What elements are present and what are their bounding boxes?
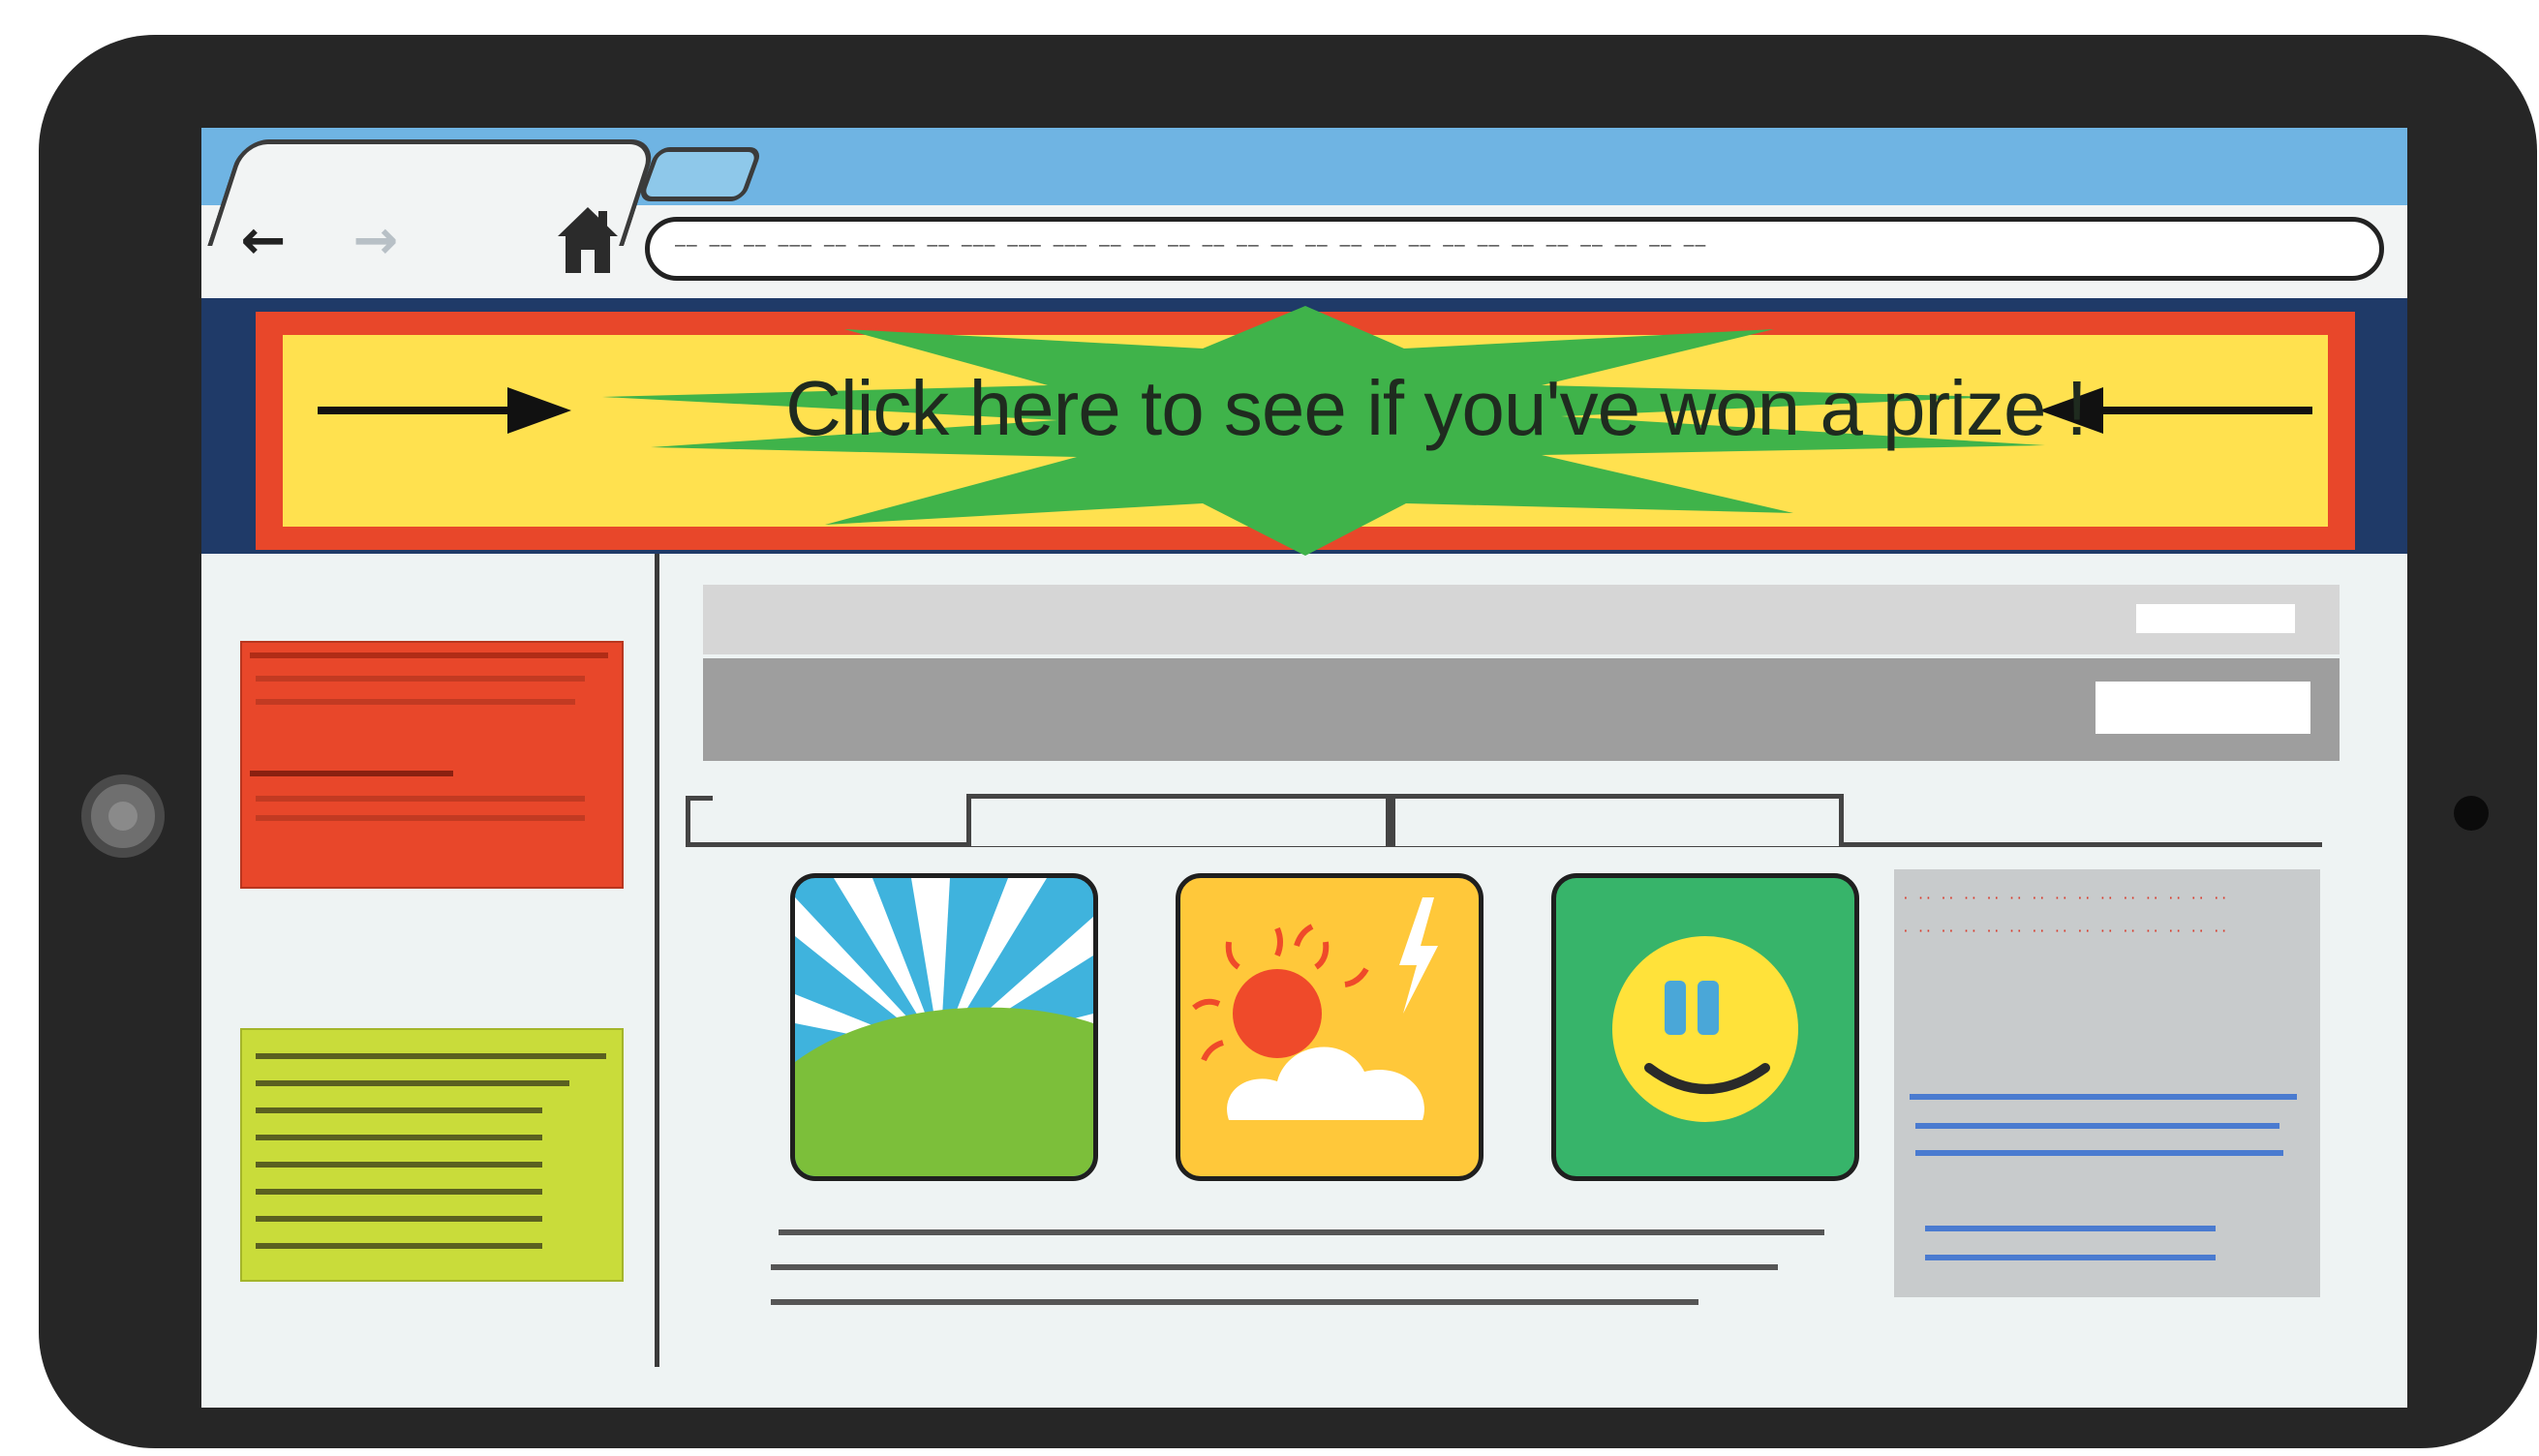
back-arrow-icon: ←	[240, 209, 287, 272]
home-button[interactable]	[554, 203, 622, 277]
weather-icon	[1192, 897, 1438, 1120]
content-tab-2[interactable]	[1391, 794, 1844, 846]
text-line	[256, 1053, 606, 1059]
landscape-icon	[795, 878, 1093, 1176]
text-line	[256, 1189, 542, 1195]
address-bar[interactable]: —— —— —— ——— —— —— —— —— ——— ——— ——— —— …	[645, 217, 2384, 281]
text-line	[256, 1243, 542, 1249]
sidebar-divider	[655, 554, 659, 1367]
smiley-icon	[1612, 936, 1798, 1122]
forward-button[interactable]: →	[337, 207, 414, 275]
weather-tile[interactable]	[1176, 873, 1484, 1181]
camera-icon	[81, 774, 165, 858]
sidebar-widget-red[interactable]	[240, 641, 624, 889]
text-line	[256, 676, 585, 682]
text-line	[250, 652, 608, 658]
new-tab-button[interactable]	[636, 147, 764, 201]
text-line	[256, 1216, 542, 1222]
landscape-tile[interactable]	[790, 873, 1098, 1181]
smiley-tile[interactable]	[1551, 873, 1859, 1181]
screen: ← → —— —— —— ——— —— —— —— —— ——— ——— ———…	[201, 128, 2407, 1408]
text-line	[256, 699, 575, 705]
text-line	[250, 771, 453, 776]
text-line	[256, 796, 585, 802]
text-line	[779, 1229, 1824, 1235]
text-line: · ·· ·· ·· ·· ·· ·· ·· ·· ·· ·· ·· ·· ··…	[1902, 892, 2228, 906]
link-line[interactable]	[1915, 1150, 2283, 1156]
page-header-bar	[703, 585, 2340, 654]
header-button[interactable]	[2136, 604, 2295, 633]
back-button[interactable]: ←	[225, 207, 302, 275]
link-line[interactable]	[1910, 1094, 2297, 1100]
text-line	[256, 1135, 542, 1140]
text-line	[256, 815, 585, 821]
text-line	[256, 1107, 542, 1113]
right-panel-text: · ·· ·· ·· ·· ·· ·· ·· ·· ·· ·· ·· ·· ··…	[1902, 883, 2314, 949]
text-line: · ·· ·· ·· ·· ·· ·· ·· ·· ·· ·· ·· ·· ··…	[1902, 925, 2228, 939]
page-nav-bar	[703, 658, 2340, 761]
ad-banner-text[interactable]: Click here to see if you've won a prize …	[724, 360, 2148, 457]
arrow-right-icon	[318, 387, 571, 434]
text-line	[256, 1162, 542, 1168]
address-url: —— —— —— ——— —— —— —— —— ——— ——— ——— —— …	[675, 235, 1707, 256]
nav-button[interactable]	[2095, 682, 2310, 734]
text-line	[771, 1299, 1698, 1305]
sidebar-widget-lime[interactable]	[240, 1028, 624, 1282]
text-line	[256, 1080, 569, 1086]
link-line[interactable]	[1925, 1226, 2216, 1231]
link-line[interactable]	[1925, 1255, 2216, 1260]
home-icon	[558, 207, 618, 273]
link-line[interactable]	[1915, 1123, 2279, 1129]
content-tabs-corner	[686, 796, 713, 846]
text-line	[771, 1264, 1778, 1270]
forward-arrow-icon: →	[352, 209, 399, 272]
sensor-dot	[2454, 796, 2489, 831]
content-tab-1[interactable]	[966, 794, 1391, 846]
